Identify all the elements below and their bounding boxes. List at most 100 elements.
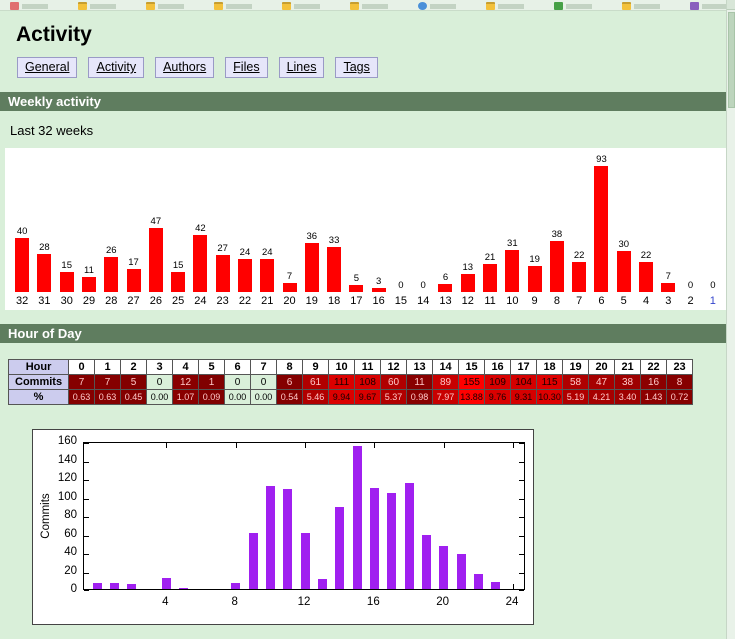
commits-cell: 12: [172, 374, 200, 390]
bookmark-item[interactable]: [418, 0, 456, 10]
bookmark-item[interactable]: [214, 0, 252, 10]
y-tick-mark: [84, 590, 89, 591]
weekly-bar-week-label: 10: [506, 295, 519, 307]
weekly-bar-value: 24: [261, 247, 273, 258]
weekly-bar-group: 0 15: [390, 280, 412, 307]
bookmark-label: [294, 4, 320, 9]
tab-lines[interactable]: Lines: [278, 57, 325, 78]
y-tick-label: 60: [64, 527, 77, 540]
weekly-bar-week-label: 23: [216, 295, 229, 307]
x-tick-mark: [443, 443, 445, 448]
weekly-bar: [639, 262, 654, 292]
x-tick-label: 24: [505, 596, 519, 608]
weekly-bar-week-label: 2: [687, 295, 694, 307]
commits-cell: 155: [458, 374, 486, 390]
weekly-bar-value: 15: [172, 260, 184, 271]
folder-icon: [146, 2, 155, 10]
app-icon: [690, 2, 699, 10]
hour-bar: [387, 493, 397, 589]
y-tick-label: 100: [57, 490, 77, 503]
hour-header-cell: 0: [68, 359, 96, 375]
weekly-bar-group: 26 28: [100, 245, 122, 307]
folder-icon: [78, 2, 87, 10]
bookmark-item[interactable]: [486, 0, 524, 10]
weekly-bar: [37, 254, 52, 292]
weekly-bar: [616, 251, 631, 292]
tab-authors[interactable]: Authors: [155, 57, 215, 78]
weekly-activity-chart: 40 32 28 31 15 30 11 29 26 28 17 27 47 26 15 25 42 24 27 23…: [5, 148, 730, 310]
hour-header-cell: 16: [484, 359, 512, 375]
bookmark-item[interactable]: [282, 0, 320, 10]
bookmark-item[interactable]: [350, 0, 388, 10]
y-tick-mark: [84, 443, 89, 444]
y-tick-label: 160: [57, 435, 77, 447]
scrollbar-thumb[interactable]: [728, 12, 735, 108]
bookmark-label: [226, 4, 252, 9]
weekly-bar: [193, 235, 208, 292]
weekly-bar-group: 15 25: [167, 260, 189, 307]
percent-cell: 0.63: [94, 389, 122, 405]
hour-header-cell: 4: [172, 359, 200, 375]
weekly-bar-group: 36 19: [301, 231, 323, 307]
weekly-bar-value: 7: [665, 271, 671, 282]
percent-cell: 0.98: [406, 389, 434, 405]
percent-cell: 5.37: [380, 389, 408, 405]
x-tick-label: 16: [366, 596, 380, 608]
weekly-caption: Last 32 weeks: [10, 123, 94, 138]
percent-cell: 5.19: [562, 389, 590, 405]
bookmark-item[interactable]: [690, 0, 728, 10]
weekly-bar-week-label: 20: [283, 295, 296, 307]
weekly-bar-value: 15: [61, 260, 72, 271]
globe-icon: [418, 2, 427, 10]
tab-activity[interactable]: Activity: [88, 57, 145, 78]
weekly-bar-value: 38: [551, 229, 563, 240]
commits-by-hour-chart: Commits 0 20 40 60 80 100 120 140 160 4 8 12 16 20 24: [32, 429, 534, 625]
bookmark-item[interactable]: [622, 0, 660, 10]
weekly-bar-week-label: 24: [194, 295, 207, 307]
bookmark-item[interactable]: [10, 0, 48, 10]
tab-general[interactable]: General: [17, 57, 78, 78]
percent-row-header: %: [7, 389, 70, 405]
weekly-bar-value: 21: [484, 252, 496, 263]
weekly-bar-value: 31: [507, 238, 518, 249]
scrollbar[interactable]: [726, 0, 735, 639]
weekly-bar-week-label: 15: [394, 295, 408, 307]
bookmark-item[interactable]: [78, 0, 116, 10]
weekly-bar-value: 0: [420, 280, 426, 291]
weekly-bar: [104, 257, 119, 292]
hour-bar: [491, 582, 501, 589]
plot-frame: [83, 442, 525, 591]
bookmark-item[interactable]: [146, 0, 184, 10]
weekly-bar-value: 28: [39, 242, 50, 253]
percent-cell: 0.00: [146, 389, 174, 405]
weekly-bar: [215, 255, 230, 292]
weekly-bar-value: 30: [618, 239, 630, 250]
weekly-bar-value: 7: [286, 271, 293, 282]
tab-tags[interactable]: Tags: [335, 57, 378, 78]
weekly-bar-group: 27 23: [212, 243, 234, 307]
commits-cell: 108: [354, 374, 382, 390]
weekly-bar-group: 33 18: [323, 235, 345, 307]
weekly-bar-value: 22: [573, 250, 585, 261]
y-tick-mark: [84, 535, 89, 537]
weekly-bar-week-label: 7: [576, 295, 583, 307]
weekly-bar-week-label: 11: [484, 295, 496, 307]
weekly-bar-group: 22 4: [635, 250, 657, 307]
commits-cell: 104: [510, 374, 538, 390]
hour-header-cell: 23: [666, 359, 694, 375]
percent-cell: 9.67: [354, 389, 382, 405]
commits-cell: 58: [562, 374, 590, 390]
y-tick-label: 140: [57, 453, 77, 466]
weekly-bar-week-label: 25: [171, 295, 185, 307]
commits-cell: 47: [588, 374, 616, 390]
bookmark-item[interactable]: [554, 0, 592, 10]
y-tick-mark: [519, 554, 524, 555]
hour-bar: [421, 535, 431, 589]
bookmark-label: [430, 4, 456, 9]
folder-icon: [282, 2, 291, 10]
scrollbar-up-icon[interactable]: [727, 0, 735, 10]
weekly-bar-group: 47 26: [145, 216, 167, 307]
hour-bar: [439, 546, 449, 589]
tab-files[interactable]: Files: [225, 57, 268, 78]
weekly-bar-week-label: 1: [709, 295, 716, 307]
